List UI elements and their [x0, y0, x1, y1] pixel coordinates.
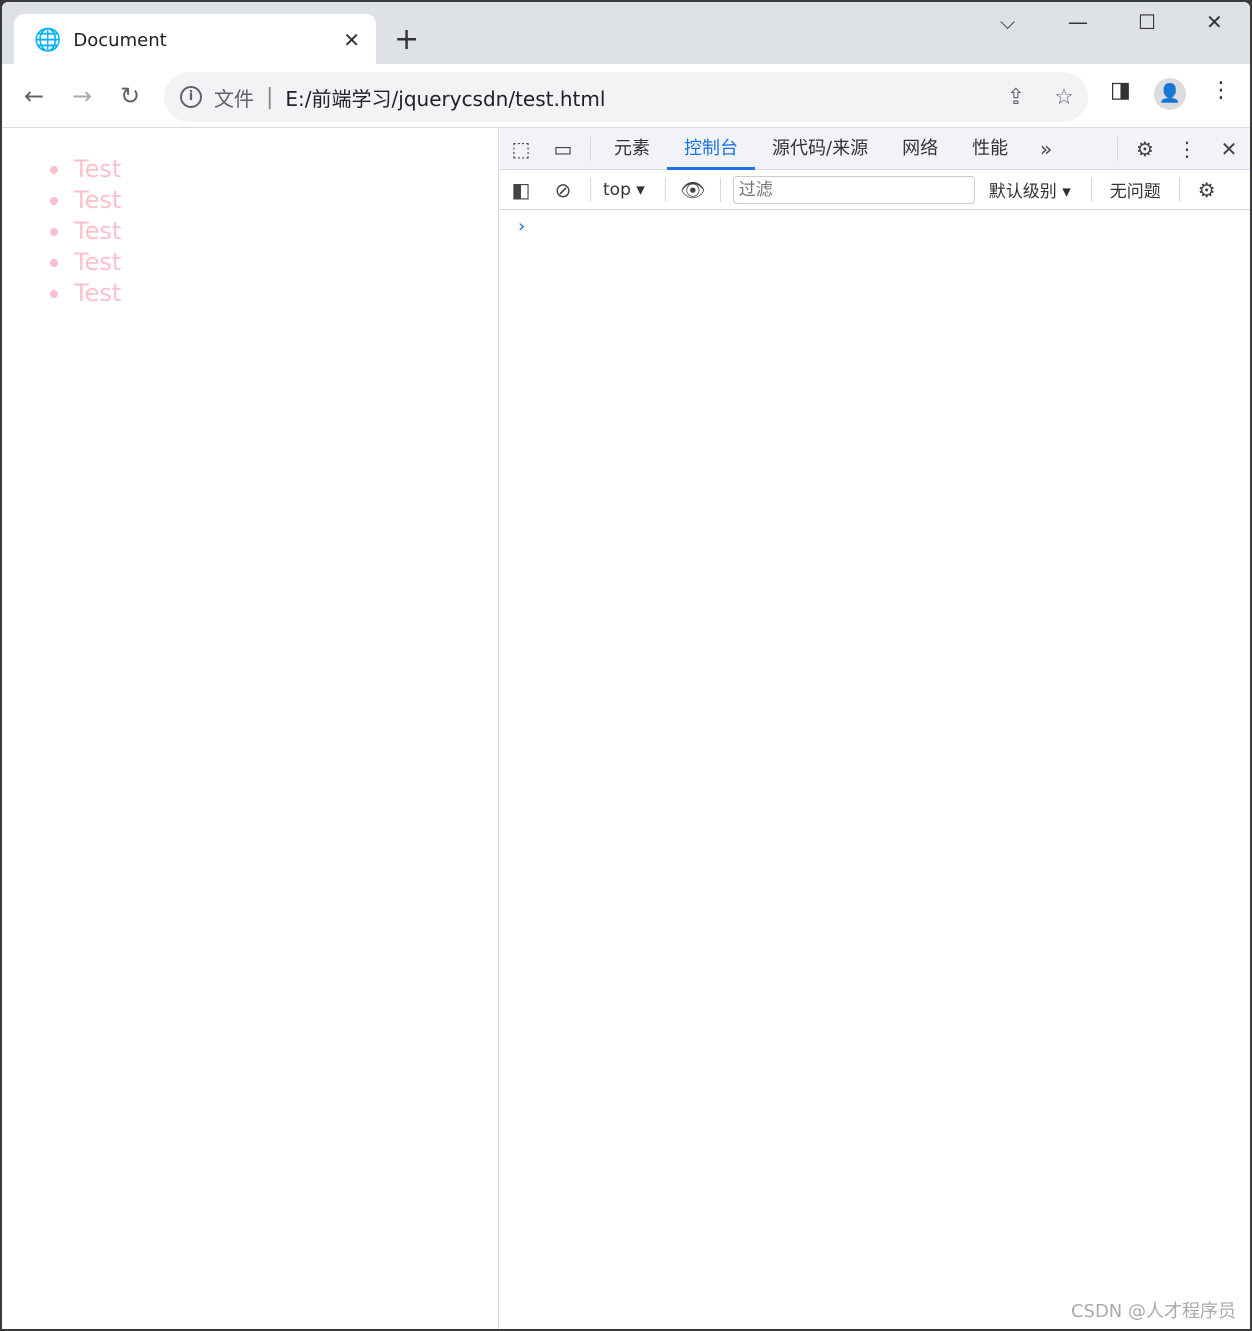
device-toolbar-icon[interactable]: ▭ — [542, 137, 584, 161]
browser-tab[interactable]: 🌐 Document ✕ — [14, 14, 376, 66]
tab-strip: 🌐 Document ✕ + ⌵ — ☐ ✕ — [2, 2, 1250, 66]
tab-title: Document — [73, 29, 167, 51]
list-item: Test — [50, 216, 498, 247]
log-level-dropdown[interactable]: 默认级别 ▾ — [975, 177, 1085, 202]
close-window-button[interactable]: ✕ — [1206, 10, 1223, 34]
context-selector[interactable]: top ▾ — [597, 180, 659, 200]
console-toolbar: ◧ ⊘ top ▾ 👁 默认级别 ▾ 无问题 ⚙ — [500, 170, 1250, 210]
maximize-button[interactable]: ☐ — [1138, 10, 1156, 34]
new-tab-button[interactable]: + — [394, 22, 419, 57]
address-bar[interactable]: i 文件 | E:/前端学习/jquerycsdn/test.html ⇪ ☆ — [164, 72, 1088, 122]
test-list: Test Test Test Test Test — [50, 154, 498, 309]
file-label: 文件 — [214, 86, 254, 111]
list-item: Test — [50, 247, 498, 278]
tab-sources[interactable]: 源代码/来源 — [755, 128, 885, 170]
back-button[interactable]: ← — [10, 82, 58, 110]
list-item: Test — [50, 278, 498, 309]
console-prompt[interactable]: › — [518, 216, 1250, 237]
devtools-menu-icon[interactable]: ⋮ — [1166, 137, 1208, 161]
list-item: Test — [50, 185, 498, 216]
reload-button[interactable]: ↻ — [106, 82, 154, 110]
forward-button[interactable]: → — [58, 82, 106, 110]
profile-avatar[interactable]: 👤 — [1154, 78, 1186, 110]
sidebar-toggle-icon[interactable]: ◧ — [500, 178, 542, 202]
url-text[interactable]: E:/前端学习/jquerycsdn/test.html — [285, 83, 992, 112]
eye-icon[interactable]: 👁 — [672, 178, 714, 202]
tab-performance[interactable]: 性能 — [955, 128, 1025, 170]
settings-icon[interactable]: ⚙ — [1124, 137, 1166, 161]
console-settings-icon[interactable]: ⚙ — [1186, 178, 1228, 202]
globe-icon: 🌐 — [34, 27, 62, 53]
more-tabs-icon[interactable]: » — [1025, 137, 1067, 161]
devtools-tabbar: ⬚ ▭ 元素 控制台 源代码/来源 网络 性能 » ⚙ ⋮ ✕ — [500, 128, 1250, 170]
watermark: CSDN @人才程序员 — [1070, 1301, 1236, 1322]
close-devtools-icon[interactable]: ✕ — [1208, 137, 1250, 161]
info-icon[interactable]: i — [180, 86, 202, 108]
minimize-button[interactable]: — — [1068, 10, 1088, 34]
issues-button[interactable]: 无问题 — [1098, 177, 1173, 202]
inspect-element-icon[interactable]: ⬚ — [500, 137, 542, 161]
page-content: Test Test Test Test Test — [2, 128, 499, 1329]
side-panel-icon[interactable]: ◨ — [1110, 78, 1131, 103]
devtools-panel: ⬚ ▭ 元素 控制台 源代码/来源 网络 性能 » ⚙ ⋮ ✕ ◧ ⊘ top … — [500, 128, 1250, 1329]
tab-network[interactable]: 网络 — [885, 128, 955, 170]
menu-icon[interactable]: ⋮ — [1210, 78, 1232, 103]
tab-elements[interactable]: 元素 — [597, 128, 667, 170]
browser-window: 🌐 Document ✕ + ⌵ — ☐ ✕ ← → ↻ i 文件 | E:/前… — [2, 2, 1250, 1329]
list-item: Test — [50, 154, 498, 185]
clear-console-icon[interactable]: ⊘ — [542, 178, 584, 202]
star-icon[interactable]: ☆ — [1040, 85, 1088, 110]
share-icon[interactable]: ⇪ — [992, 85, 1040, 110]
separator: | — [266, 84, 274, 110]
tab-search-icon[interactable]: ⌵ — [1000, 10, 1015, 34]
filter-input[interactable] — [732, 175, 975, 204]
tab-console[interactable]: 控制台 — [667, 128, 755, 170]
close-tab-icon[interactable]: ✕ — [343, 28, 360, 52]
